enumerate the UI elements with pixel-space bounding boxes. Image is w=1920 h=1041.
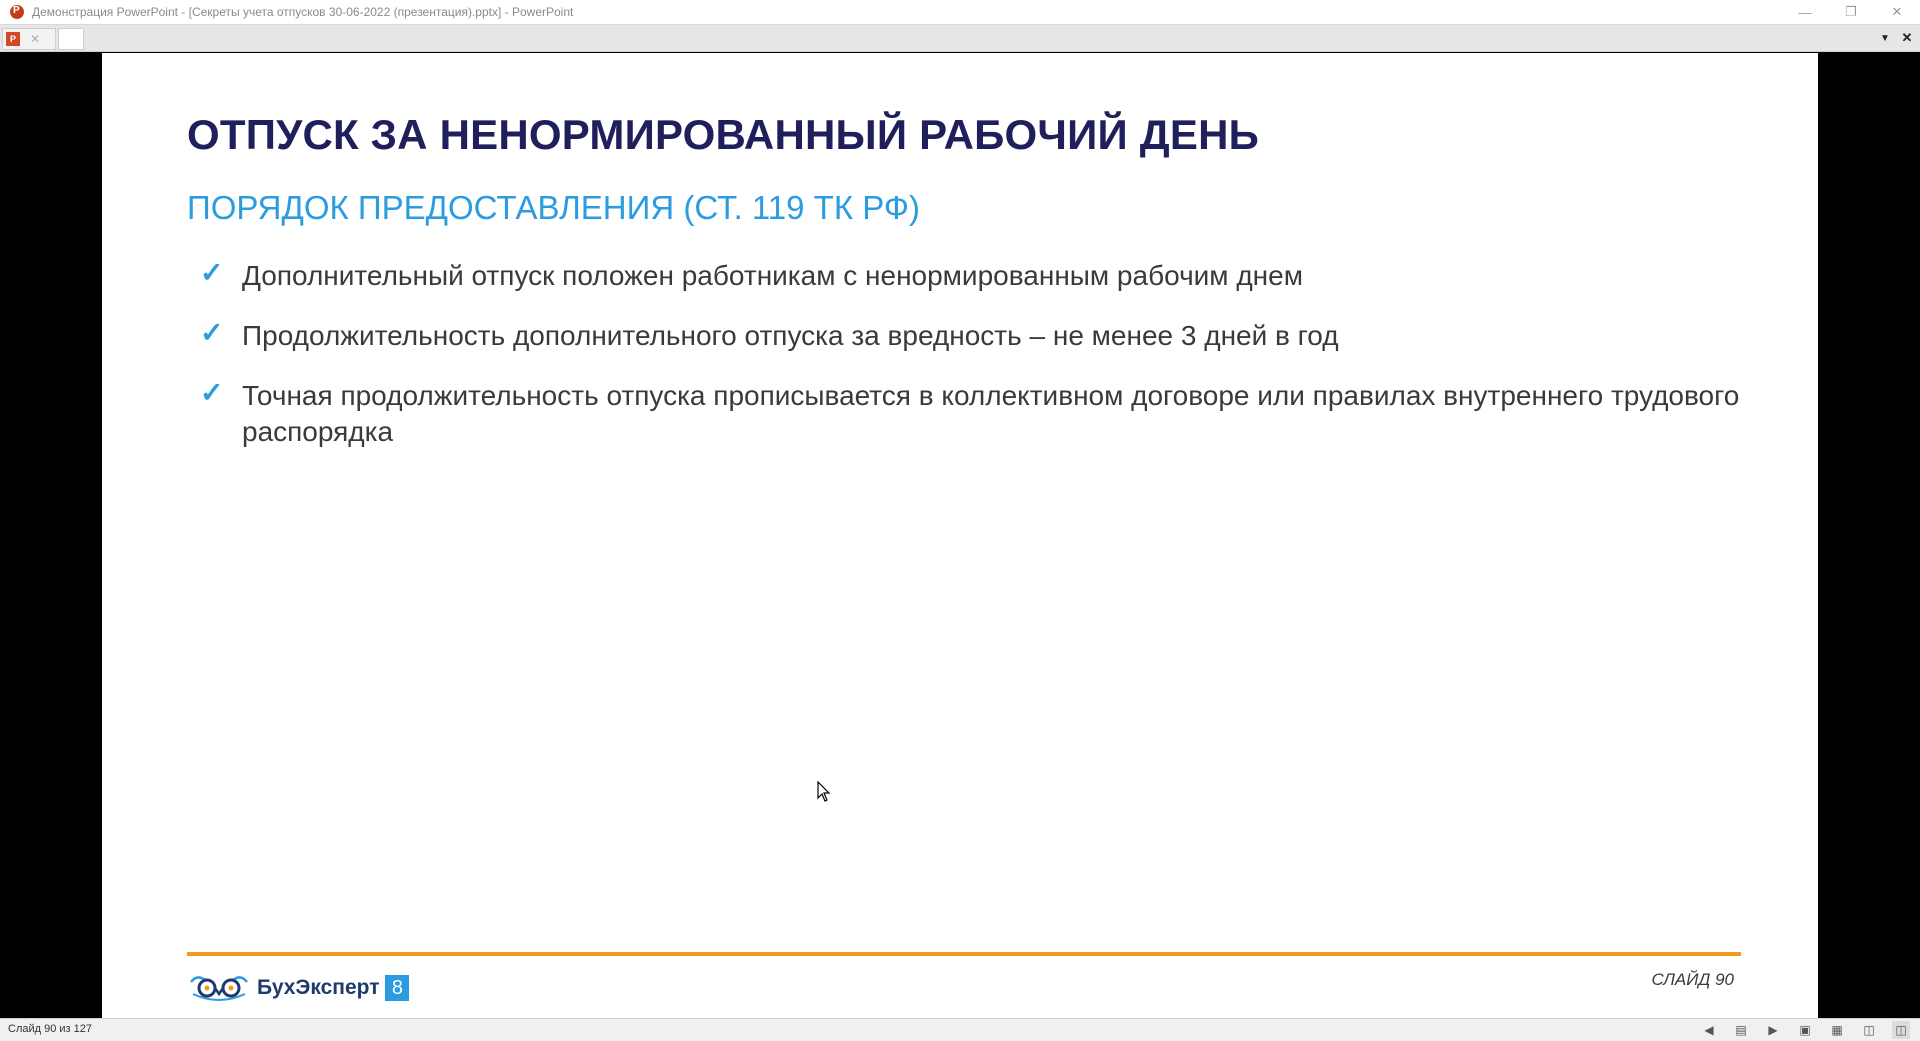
- bullet-text: Точная продолжительность отпуска прописы…: [242, 380, 1740, 447]
- new-tab-button[interactable]: [58, 28, 84, 50]
- powerpoint-file-icon: P: [6, 32, 20, 46]
- bullet-item: ✓ Дополнительный отпуск положен работник…: [187, 257, 1747, 294]
- bullet-item: ✓ Точная продолжительность отпуска пропи…: [187, 377, 1747, 450]
- buhexpert-logo: БухЭксперт 8: [187, 968, 410, 1008]
- minimize-button[interactable]: —: [1782, 0, 1828, 24]
- slide-counter: Слайд 90 из 127: [8, 1023, 92, 1035]
- owl-logo-icon: [190, 976, 248, 1001]
- slide-canvas[interactable]: ОТПУСК ЗА НЕНОРМИРОВАННЫЙ РАБОЧИЙ ДЕНЬ П…: [102, 53, 1818, 1018]
- powerpoint-icon: [10, 5, 24, 19]
- restore-button[interactable]: ❐: [1828, 0, 1874, 24]
- slideshow-view-icon[interactable]: ◫: [1892, 1021, 1910, 1039]
- logo-text: БухЭксперт: [257, 976, 380, 999]
- checkmark-icon: ✓: [200, 317, 224, 348]
- window-titlebar: Демонстрация PowerPoint - [Секреты учета…: [0, 0, 1920, 25]
- status-bar-controls: ◀ ▤ ▶ ▣ ▦ ◫ ◫: [1686, 1021, 1910, 1039]
- tab-presentation[interactable]: P ✕: [2, 28, 56, 50]
- close-icon[interactable]: ✕: [1898, 29, 1916, 47]
- bullet-list: ✓ Дополнительный отпуск положен работник…: [187, 257, 1747, 474]
- window-controls: — ❐ ✕: [1782, 0, 1920, 24]
- checkmark-icon: ✓: [200, 257, 224, 288]
- logo-badge: 8: [385, 975, 410, 1001]
- bullet-item: ✓ Продолжительность дополнительного отпу…: [187, 317, 1747, 354]
- slide-sorter-icon[interactable]: ▦: [1828, 1021, 1846, 1039]
- previous-slide-icon[interactable]: ◀: [1700, 1021, 1718, 1039]
- normal-view-icon[interactable]: ▣: [1796, 1021, 1814, 1039]
- bullet-text: Дополнительный отпуск положен работникам…: [242, 260, 1303, 291]
- chevron-down-icon[interactable]: ▼: [1876, 29, 1894, 47]
- slide-subtitle: ПОРЯДОК ПРЕДОСТАВЛЕНИЯ (СТ. 119 ТК РФ): [187, 189, 920, 226]
- slide-number: СЛАЙД 90: [1651, 970, 1734, 989]
- tab-close-icon[interactable]: ✕: [30, 32, 40, 46]
- slide-menu-icon[interactable]: ▤: [1732, 1021, 1750, 1039]
- checkmark-icon: ✓: [200, 377, 224, 408]
- slide-title: ОТПУСК ЗА НЕНОРМИРОВАННЫЙ РАБОЧИЙ ДЕНЬ: [187, 111, 1260, 158]
- window-title: Демонстрация PowerPoint - [Секреты учета…: [32, 5, 574, 19]
- mouse-pointer-icon: [817, 781, 831, 802]
- status-bar: Слайд 90 из 127 ◀ ▤ ▶ ▣ ▦ ◫ ◫: [0, 1018, 1920, 1041]
- tab-strip: P ✕ ▼ ✕: [0, 25, 1920, 52]
- footer-divider: [187, 952, 1741, 956]
- next-slide-icon[interactable]: ▶: [1764, 1021, 1782, 1039]
- close-button[interactable]: ✕: [1874, 0, 1920, 24]
- reading-view-icon[interactable]: ◫: [1860, 1021, 1878, 1039]
- bullet-text: Продолжительность дополнительного отпуск…: [242, 320, 1339, 351]
